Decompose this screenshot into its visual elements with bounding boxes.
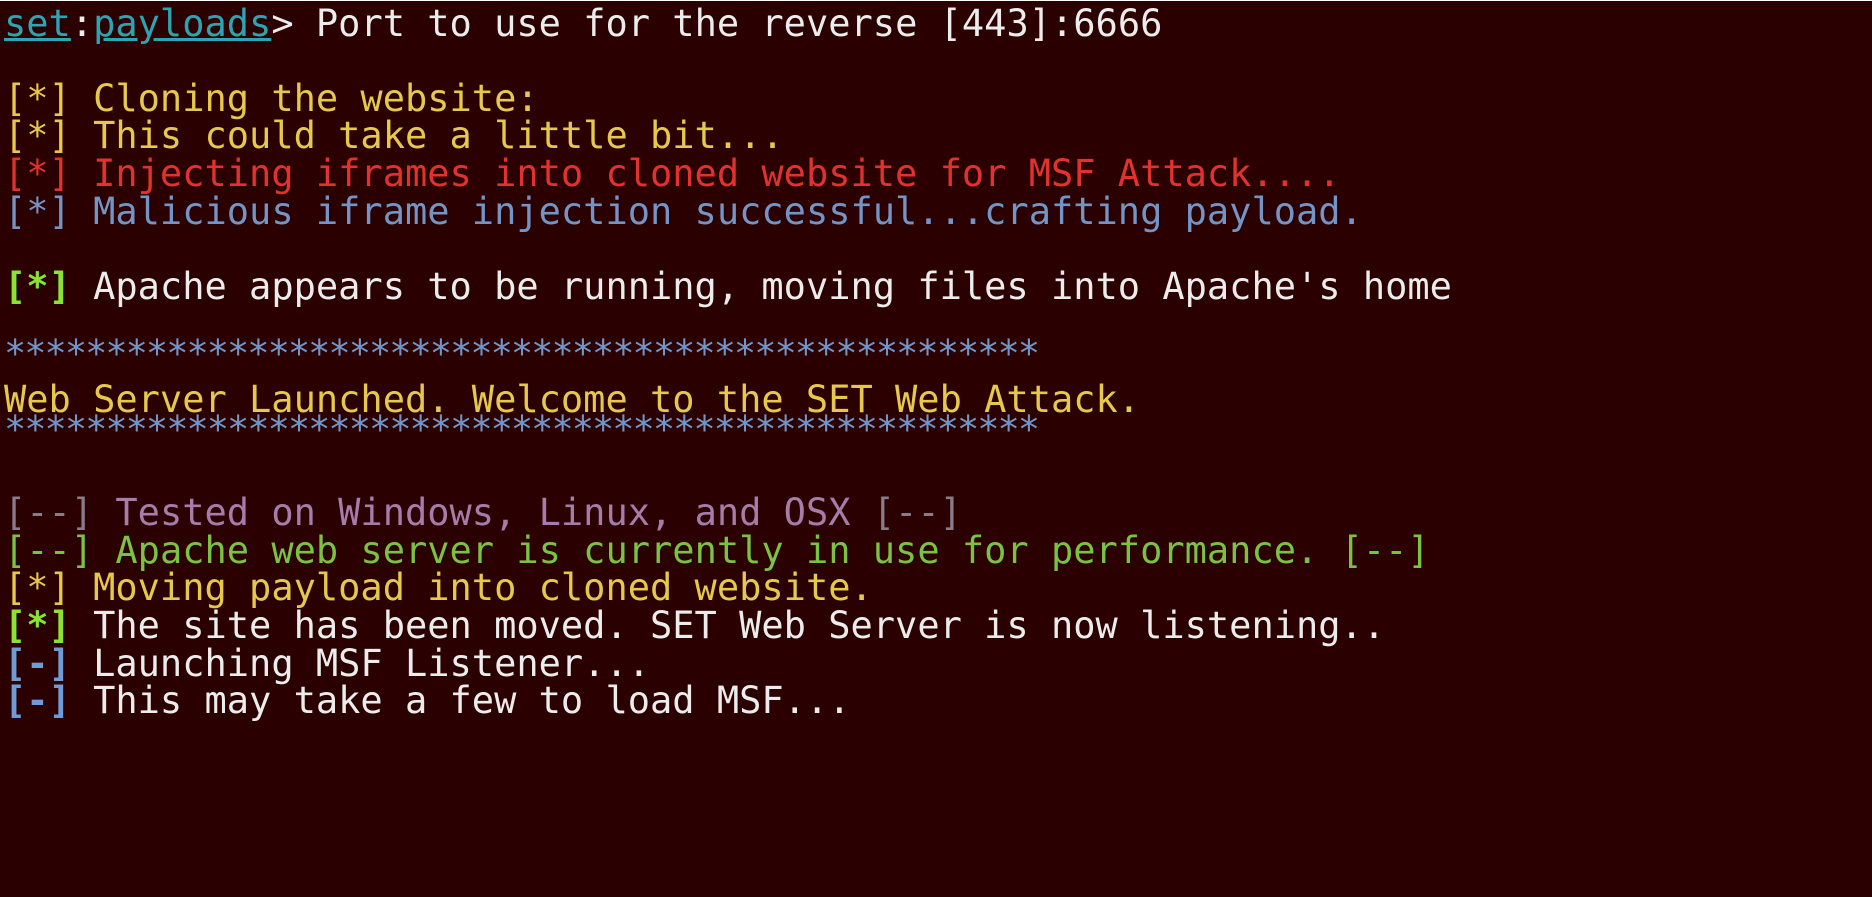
prompt-payloads: payloads — [93, 2, 272, 45]
apache-tag: [*] — [4, 265, 94, 308]
malicious-line: [*] Malicious iframe injection successfu… — [4, 189, 1363, 234]
separator-top: ****************************************… — [4, 332, 1040, 375]
prompt-arrow: > — [271, 2, 316, 45]
performance-tag-close: [--] — [1318, 529, 1430, 572]
malicious-tag: [*] — [4, 190, 94, 233]
separator-bottom: ****************************************… — [4, 408, 1040, 451]
prompt-colon: : — [70, 2, 94, 45]
prompt-line: set:payloads> Port to use for the revers… — [4, 1, 1162, 46]
malicious-text: Malicious iframe injection successful...… — [93, 190, 1363, 233]
terminal-window[interactable]: set:payloads> Port to use for the revers… — [0, 0, 1872, 897]
prompt-question: Port to use for the reverse [443]:6666 — [315, 2, 1163, 45]
load-msf-text: This may take a few to load MSF... — [93, 679, 851, 722]
load-msf-tag: [-] — [4, 679, 94, 722]
apache-line: [*] Apache appears to be running, moving… — [4, 264, 1452, 309]
load-msf-line: [-] This may take a few to load MSF... — [4, 678, 851, 723]
prompt-set: set — [4, 2, 71, 45]
apache-text: Apache appears to be running, moving fil… — [93, 265, 1452, 308]
